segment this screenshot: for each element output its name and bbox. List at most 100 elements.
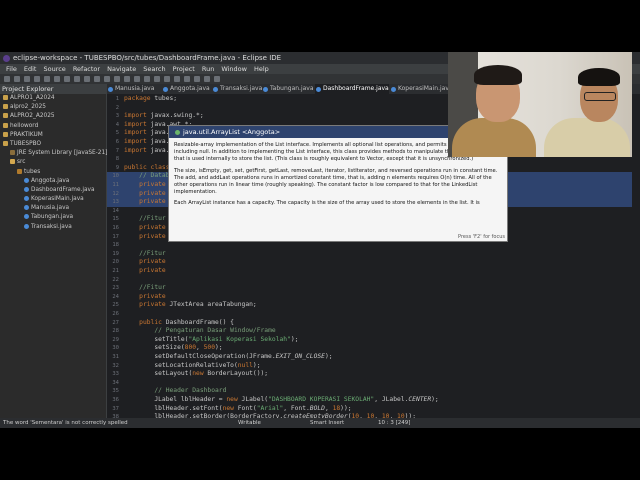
menu-search[interactable]: Search [143,65,165,73]
editor-tab[interactable]: DashboardFrame.java [315,84,389,94]
menu-navigate[interactable]: Navigate [107,65,136,73]
toolbar-button-icon[interactable] [164,76,170,82]
line-number: 11 [112,182,119,188]
code-line[interactable]: 29 setTitle("Aplikasi Koperasi Sekolah")… [107,336,632,345]
editor-tab-label: DashboardFrame.java [323,85,389,92]
toolbar-button-icon[interactable] [54,76,60,82]
toolbar-button-icon[interactable] [94,76,100,82]
code-line[interactable]: 21 private [107,267,632,276]
tree-item-label: src [17,159,26,166]
toolbar-button-icon[interactable] [44,76,50,82]
line-number: 19 [112,250,119,257]
tree-item[interactable]: Tabungan.java [0,213,106,222]
line-number: 12 [112,190,119,197]
tree-item[interactable]: ALPRO2_A2025 [0,112,106,121]
line-number: 22 [112,276,119,283]
toolbar-button-icon[interactable] [34,76,40,82]
status-message: The word 'Sementara' is not correctly sp… [3,420,128,426]
status-cursor-position: 10 : 3 [249] [378,420,411,426]
line-number: 21 [112,268,119,274]
line-number: 30 [112,345,119,352]
java-file-icon [213,87,218,92]
editor-tab-label: Transaksi.java [220,85,263,92]
tree-item-label: Transaksi.java [31,223,72,230]
code-line[interactable]: 31 setDefaultCloseOperation(JFrame.EXIT_… [107,353,632,362]
menu-window[interactable]: Window [221,65,247,73]
menu-help[interactable]: Help [254,65,269,73]
tree-item[interactable]: alpro2_2025 [0,103,106,112]
toolbar-button-icon[interactable] [104,76,110,82]
editor-tab[interactable]: Tabungan.java [262,84,314,94]
glasses [584,92,616,101]
tree-item[interactable]: Manusia.java [0,204,106,213]
line-number: 35 [112,388,119,395]
code-line[interactable]: 32 setLocationRelativeTo(null); [107,362,632,371]
tree-item[interactable]: ALPRO1_A2024 [0,94,106,103]
code-line[interactable]: 27 public DashboardFrame() { [107,319,632,328]
code-line[interactable]: 19 //Fitur [107,250,632,259]
line-number: 2 [115,104,119,111]
code-line[interactable]: 25 private JTextArea areaTabungan; [107,301,632,310]
java-file-icon [24,186,29,192]
code-line[interactable]: 35 // Header Dashboard [107,387,632,396]
toolbar-button-icon[interactable] [84,76,90,82]
code-line[interactable]: 26 [107,310,632,319]
toolbar-button-icon[interactable] [4,76,10,82]
code-line[interactable]: 22 [107,276,632,285]
project-explorer-tab[interactable]: Project Explorer [0,84,106,94]
toolbar-button-icon[interactable] [194,76,200,82]
line-number: 25 [112,302,119,309]
toolbar-button-icon[interactable] [144,76,150,82]
package-icon [17,168,22,174]
code-line[interactable]: 37 lblHeader.setFont(new Font("Arial", F… [107,405,632,414]
code-line[interactable]: 30 setSize(800, 500); [107,344,632,353]
code-line[interactable]: 36 JLabel lblHeader = new JLabel("DASHBO… [107,396,632,405]
editor-tab[interactable]: Manusia.java [107,84,154,94]
toolbar-button-icon[interactable] [154,76,160,82]
code-line[interactable]: 20 private [107,258,632,267]
tree-item[interactable]: PRAKTIKUM [0,131,106,140]
tree-item[interactable]: JRE System Library [JavaSE-21] [0,149,107,158]
person-right-shirt [544,118,630,157]
tree-item[interactable]: helloword [0,122,106,131]
menu-run[interactable]: Run [202,65,214,73]
project-icon [3,113,8,119]
toolbar-button-icon[interactable] [114,76,120,82]
tree-item[interactable]: Transaksi.java [0,223,106,232]
tree-item[interactable]: Anggota.java [0,177,106,186]
code-line[interactable]: 23 //Fitur [107,284,632,293]
toolbar-button-icon[interactable] [124,76,130,82]
line-number: 18 [112,242,119,249]
tree-item[interactable]: TUBESPBO [0,140,106,149]
tree-item[interactable]: tubes [0,168,106,177]
menu-edit[interactable]: Edit [24,65,37,73]
toolbar-button-icon[interactable] [14,76,20,82]
code-line[interactable]: 24 private [107,293,632,302]
menu-file[interactable]: File [6,65,17,73]
toolbar-button-icon[interactable] [134,76,140,82]
editor-tab[interactable]: KoperasiMain.java [390,84,453,94]
editor-tab[interactable]: Anggota.java [162,84,210,94]
code-line[interactable]: 34 [107,379,632,388]
tree-item[interactable]: KoperasiMain.java [0,195,106,204]
code-line[interactable]: 33 setLayout(new BorderLayout()); [107,370,632,379]
toolbar-button-icon[interactable] [184,76,190,82]
toolbar-button-icon[interactable] [24,76,30,82]
tree-item[interactable]: src [0,158,106,167]
code-line[interactable]: 18 [107,241,632,250]
line-number: 37 [112,405,119,412]
editor-tab[interactable]: Transaksi.java [212,84,262,94]
toolbar-button-icon[interactable] [174,76,180,82]
toolbar-button-icon[interactable] [64,76,70,82]
tree-item[interactable]: DashboardFrame.java [0,186,106,195]
tree-item-label: ALPRO2_A2025 [10,113,55,120]
tree-item-label: KoperasiMain.java [31,196,84,203]
menu-source[interactable]: Source [43,65,65,73]
toolbar-button-icon[interactable] [74,76,80,82]
toolbar-button-icon[interactable] [214,76,220,82]
menu-refactor[interactable]: Refactor [73,65,100,73]
toolbar-button-icon[interactable] [204,76,210,82]
java-file-icon [24,205,29,211]
menu-project[interactable]: Project [173,65,195,73]
code-line[interactable]: 28 // Pengaturan Dasar Window/Frame [107,327,632,336]
